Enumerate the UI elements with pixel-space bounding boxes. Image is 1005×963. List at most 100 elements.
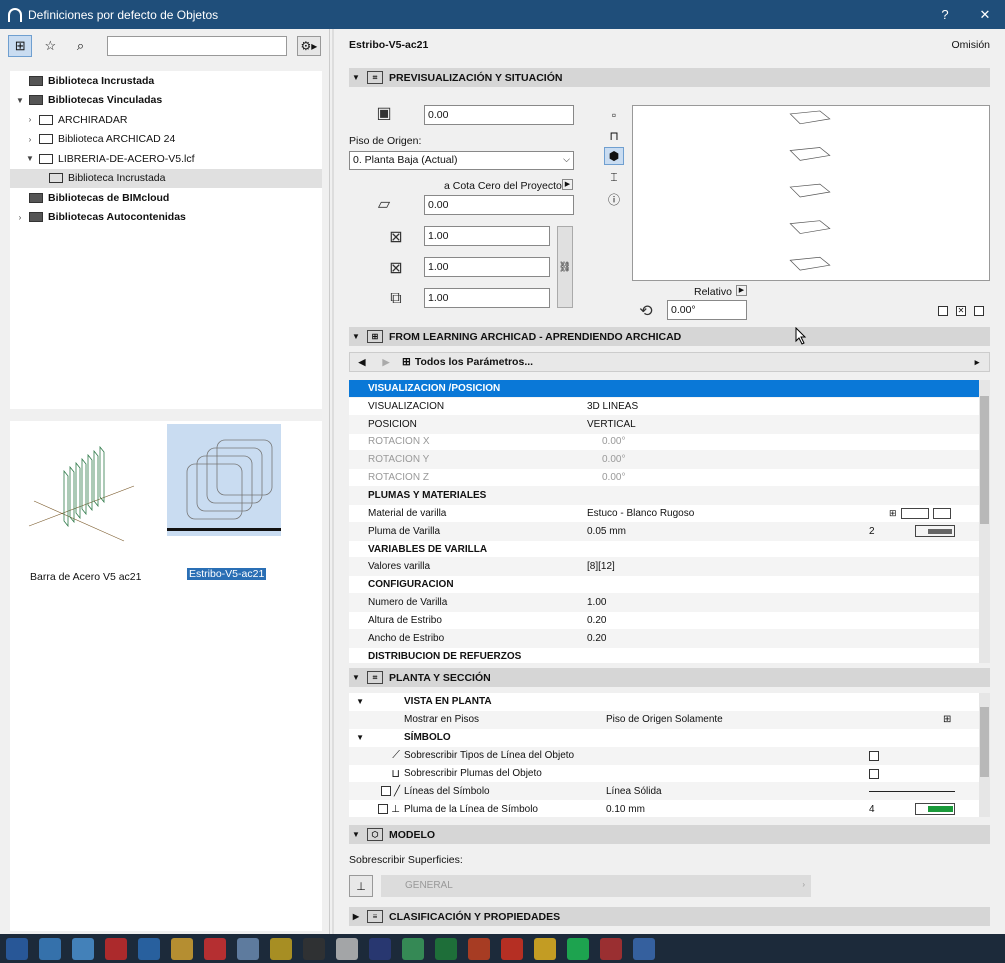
section-model-header[interactable]: ▼ ⬡ MODELO	[349, 825, 990, 844]
mirror-icon[interactable]	[974, 306, 984, 316]
param-value[interactable]: 0.00°	[587, 472, 857, 483]
panel-splitter[interactable]	[332, 29, 334, 934]
plant-param-value[interactable]: Piso de Origen Solamente	[606, 714, 866, 725]
param-row[interactable]: Valores varilla [8][12]	[349, 558, 990, 577]
taskbar-app-icon[interactable]	[335, 937, 358, 960]
tree-twist-icon[interactable]: ›	[14, 213, 26, 222]
favorites-star-icon[interactable]: ☆	[38, 35, 62, 57]
omission-label[interactable]: Omisión	[951, 39, 990, 51]
close-button[interactable]: ✕	[965, 7, 1005, 23]
param-value[interactable]: [8][12]	[587, 561, 857, 572]
taskbar-app-icon[interactable]	[71, 937, 94, 960]
cota-popup-icon[interactable]: ▶	[562, 179, 573, 190]
taskbar-app-icon[interactable]	[368, 937, 391, 960]
params-nav-label[interactable]: Todos los Parámetros...	[415, 356, 965, 368]
taskbar-app-icon[interactable]	[236, 937, 259, 960]
taskbar-app-icon[interactable]	[500, 937, 523, 960]
x-size-input[interactable]: 1.00	[424, 226, 550, 246]
plant-row[interactable]: ▼ VISTA EN PLANTA	[349, 693, 990, 711]
tree-item[interactable]: › Biblioteca ARCHICAD 24	[10, 130, 322, 150]
taskbar-app-icon[interactable]	[104, 937, 127, 960]
stirrup-thumbnail[interactable]	[167, 424, 282, 539]
param-row[interactable]: Pluma de Varilla 0.05 mm 2	[349, 522, 990, 541]
section-preview-header[interactable]: ▼ ⌗ PREVISUALIZACIÓN Y SITUACIÓN	[349, 68, 990, 87]
override-checkbox[interactable]	[869, 768, 879, 779]
help-button[interactable]: ?	[925, 7, 965, 22]
param-row[interactable]: PLUMAS Y MATERIALES	[349, 487, 990, 505]
param-value[interactable]: 0.20	[587, 615, 857, 626]
tree-view-icon[interactable]: ⊞	[8, 35, 33, 57]
param-row[interactable]: Ancho de Estribo 0.20	[349, 629, 990, 648]
plant-row[interactable]: ⊔ Sobrescribir Plumas del Objeto	[349, 765, 990, 783]
taskbar-app-icon[interactable]	[5, 937, 28, 960]
section-classif-header[interactable]: ▶ ≡ CLASIFICACIÓN Y PROPIEDADES	[349, 907, 990, 926]
tree-twist-icon[interactable]: ›	[24, 135, 36, 144]
section-learning-header[interactable]: ▼ ⊞ FROM LEARNING ARCHICAD - APRENDIENDO…	[349, 327, 990, 346]
param-value[interactable]: 3D LINEAS	[587, 401, 857, 412]
tree-item[interactable]: ▼ LIBRERIA-DE-ACERO-V5.lcf	[10, 149, 322, 169]
params-nav-arrow-icon[interactable]: ▸	[965, 357, 989, 368]
param-row[interactable]: ROTACION Y 0.00°	[349, 451, 990, 470]
param-row[interactable]: CONFIGURACION	[349, 576, 990, 595]
material-swatch[interactable]: ⊞	[889, 507, 951, 519]
info-icon[interactable]: ⓘ	[604, 190, 624, 208]
override-checkbox[interactable]	[869, 750, 879, 761]
stirrup-thumbnail-label[interactable]: Estribo-V5-ac21	[187, 568, 267, 580]
z-size-input[interactable]: 1.00	[424, 288, 550, 308]
cota-input[interactable]: 0.00	[424, 195, 574, 215]
param-row[interactable]: ROTACION X 0.00°	[349, 434, 990, 452]
param-value[interactable]: 0.00°	[587, 454, 857, 465]
plant-param-value[interactable]: Línea Sólida	[606, 786, 866, 797]
plant-row[interactable]: ╱ Líneas del Símbolo Línea Sólida	[349, 782, 990, 801]
pen-swatch[interactable]	[915, 803, 955, 816]
taskbar-app-icon[interactable]	[467, 937, 490, 960]
section-plant-header[interactable]: ▼ ⌗ PLANTA Y SECCIÓN	[349, 668, 990, 687]
tree-item[interactable]: Biblioteca Incrustada	[10, 71, 322, 91]
relativo-popup-icon[interactable]: ▶	[736, 285, 747, 296]
plant-param-value[interactable]: 0.10 mm	[606, 804, 866, 815]
angle-input[interactable]: 0.00°	[667, 300, 747, 320]
pen-swatch[interactable]	[915, 525, 955, 538]
rebar-thumbnail[interactable]	[24, 431, 139, 546]
mirror-off-checkbox[interactable]	[938, 306, 948, 316]
tree-twist-icon[interactable]: ›	[24, 115, 36, 124]
search-icon[interactable]: ⌕	[68, 35, 92, 57]
chain-lock-icon[interactable]: ⛓	[557, 226, 573, 308]
floor-display-icon[interactable]: ⊞	[943, 714, 951, 725]
piso-select[interactable]: 0. Planta Baja (Actual) ⌵	[349, 151, 574, 170]
param-row[interactable]: POSICION VERTICAL	[349, 415, 990, 434]
taskbar-app-icon[interactable]	[137, 937, 160, 960]
taskbar-app-icon[interactable]	[203, 937, 226, 960]
surface-brush-icon[interactable]: ⊥	[349, 875, 373, 897]
settings-gear-icon[interactable]: ⚙▸	[296, 36, 321, 56]
taskbar-app-icon[interactable]	[170, 937, 193, 960]
param-value[interactable]: 0.05 mm	[587, 526, 857, 537]
view-section-icon[interactable]: ⌶	[604, 168, 624, 186]
param-row[interactable]: VARIABLES DE VARILLA	[349, 541, 990, 559]
param-row[interactable]: Altura de Estribo 0.20	[349, 612, 990, 630]
taskbar-app-icon[interactable]	[434, 937, 457, 960]
plant-row[interactable]: ▼ SÍMBOLO	[349, 729, 990, 747]
tree-twist-icon[interactable]: ▼	[14, 96, 26, 105]
view-3d-icon[interactable]: ⬢	[604, 147, 624, 165]
param-value[interactable]: 0.00°	[587, 436, 857, 447]
params-scrollbar[interactable]	[979, 380, 990, 663]
param-row[interactable]: Material de varilla Estuco - Blanco Rugos…	[349, 505, 990, 523]
view-plan-icon[interactable]: ▫	[604, 106, 624, 124]
param-row[interactable]: DISTRIBUCION DE REFUERZOS	[349, 648, 990, 663]
param-value[interactable]: VERTICAL	[587, 419, 857, 430]
plant-row[interactable]: ⊥ Pluma de la Línea de Símbolo 0.10 mm 4	[349, 800, 990, 817]
library-search-input[interactable]	[106, 36, 287, 56]
taskbar-app-icon[interactable]	[533, 937, 556, 960]
taskbar-app-icon[interactable]	[302, 937, 325, 960]
tree-item[interactable]: › ARCHIRADAR	[10, 110, 322, 130]
taskbar-app-icon[interactable]	[38, 937, 61, 960]
y-size-input[interactable]: 1.00	[424, 257, 550, 277]
param-row[interactable]: VISUALIZACION /POSICION	[349, 380, 990, 398]
param-value[interactable]: Estuco - Blanco Rugoso	[587, 508, 857, 519]
override-checkbox[interactable]	[380, 786, 391, 797]
taskbar-app-icon[interactable]	[401, 937, 424, 960]
plant-scrollbar[interactable]	[979, 693, 990, 817]
tree-twist-icon[interactable]: ▼	[24, 154, 36, 163]
tree-item[interactable]: Bibliotecas de BIMcloud	[10, 188, 322, 208]
